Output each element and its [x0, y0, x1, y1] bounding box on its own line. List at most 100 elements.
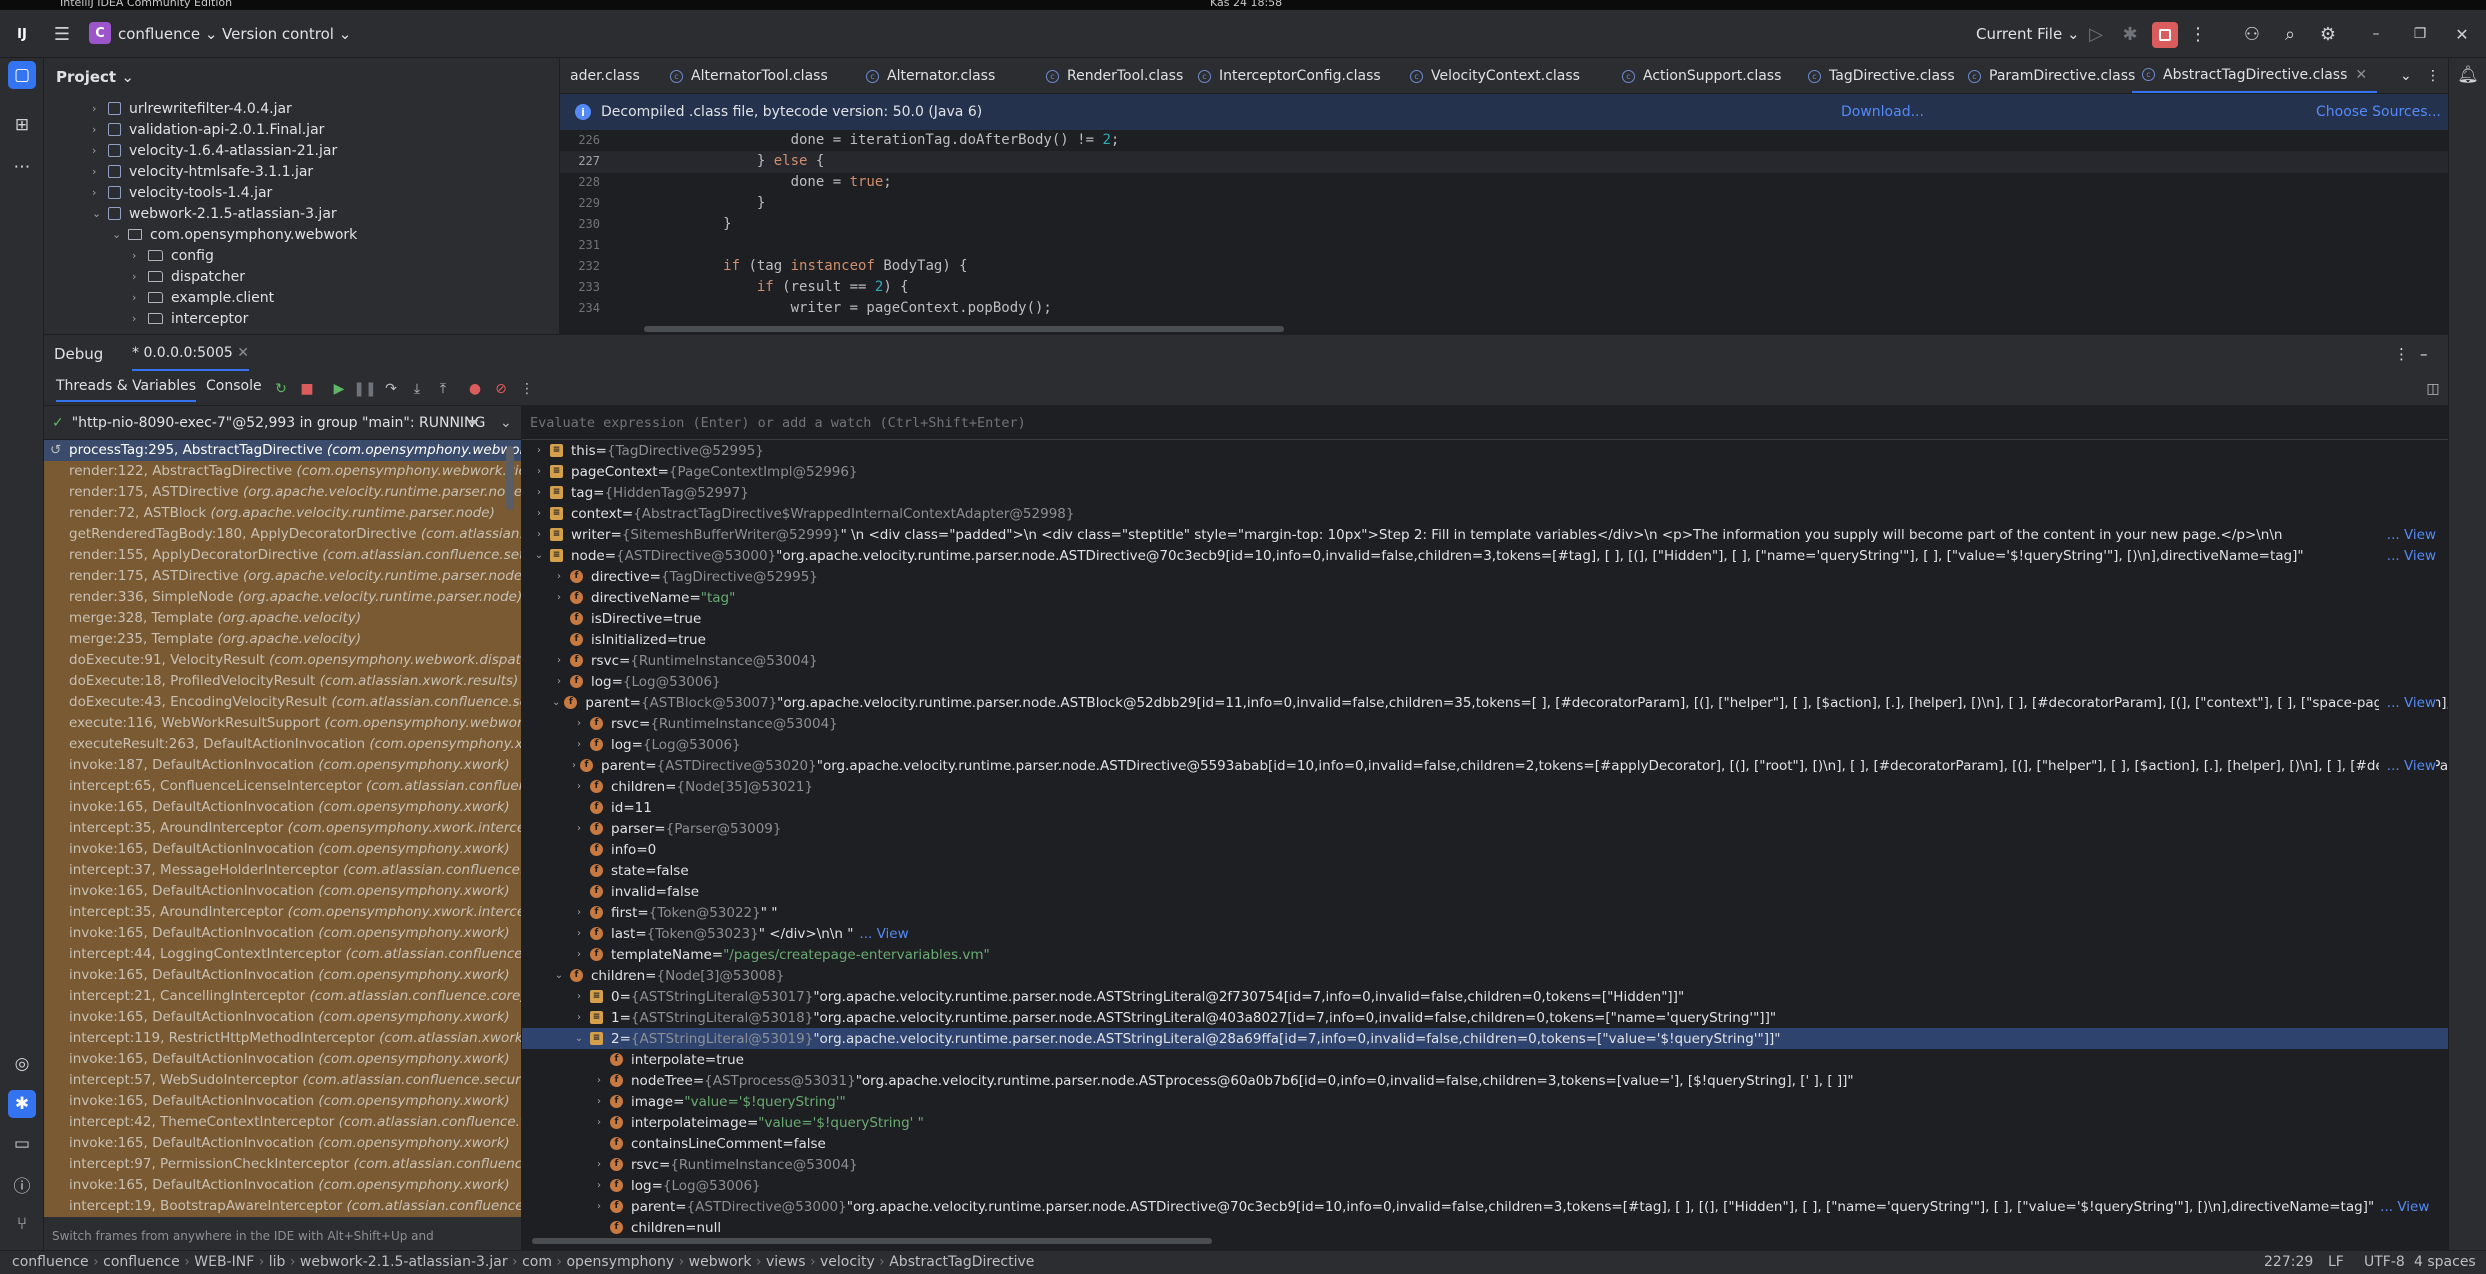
view-breakpoints-icon[interactable]: ●	[466, 380, 484, 398]
project-tree-item[interactable]: › velocity-htmlsafe-3.1.1.jar	[92, 161, 313, 182]
search-icon[interactable]: ⌕	[2278, 22, 2302, 46]
variable-row[interactable]: f interpolate = true	[522, 1049, 2448, 1070]
chevron-right-icon[interactable]: ›	[552, 592, 566, 603]
chevron-right-icon[interactable]: ›	[532, 445, 546, 456]
breadcrumb-item[interactable]: webwork-2.1.5-atlassian-3.jar	[300, 1254, 508, 1270]
editor-tab[interactable]: c ActionSupport.class	[1612, 58, 1791, 93]
variable-row[interactable]: f isInitialized = true	[522, 629, 2448, 650]
evaluate-expression-input[interactable]: Evaluate expression (Enter) or add a wat…	[522, 406, 2448, 440]
variable-row[interactable]: › f log = {Log@53006}	[522, 1175, 2448, 1196]
project-badge[interactable]: C	[89, 22, 111, 44]
stack-frame[interactable]: render:336, SimpleNode (org.apache.veloc…	[44, 587, 521, 608]
chevron-right-icon[interactable]: ›	[92, 144, 108, 157]
project-tree-item[interactable]: › validation-api-2.0.1.Final.jar	[92, 119, 324, 140]
view-link[interactable]: ... View	[2378, 757, 2436, 774]
project-tree-item[interactable]: ⌄ com.opensymphony.webwork	[112, 224, 357, 245]
horizontal-scrollbar[interactable]	[644, 326, 1284, 332]
vcs-menu[interactable]: Version control ⌄	[222, 25, 351, 43]
variable-row[interactable]: › ≡ this = {TagDirective@52995}	[522, 440, 2448, 461]
view-link[interactable]: ... View	[2378, 526, 2436, 543]
chevron-right-icon[interactable]: ›	[572, 739, 586, 750]
stack-frame[interactable]: invoke:165, DefaultActionInvocation (com…	[44, 923, 521, 944]
pause-icon[interactable]: ❚❚	[353, 380, 376, 398]
editor-tab[interactable]: c VelocityContext.class	[1400, 58, 1590, 93]
stack-frame[interactable]: invoke:165, DefaultActionInvocation (com…	[44, 797, 521, 818]
file-encoding[interactable]: UTF-8	[2364, 1254, 2405, 1270]
debug-icon[interactable]: ✱	[2118, 22, 2142, 46]
stack-frame[interactable]: intercept:35, AroundInterceptor (com.ope…	[44, 818, 521, 839]
chevron-right-icon[interactable]: ›	[592, 1075, 606, 1086]
variable-row[interactable]: › f rsvc = {RuntimeInstance@53004}	[522, 713, 2448, 734]
stack-frame[interactable]: render:175, ASTDirective (org.apache.vel…	[44, 566, 521, 587]
variable-row[interactable]: f children = null	[522, 1217, 2448, 1238]
chevron-right-icon[interactable]: ›	[532, 487, 546, 498]
stack-frame[interactable]: intercept:119, RestrictHttpMethodInterce…	[44, 1028, 521, 1049]
variable-row[interactable]: › f rsvc = {RuntimeInstance@53004}	[522, 1154, 2448, 1175]
variable-row[interactable]: › ≡ pageContext = {PageContextImpl@52996}	[522, 461, 2448, 482]
thread-selector[interactable]: ✓ "http-nio-8090-exec-7"@52,993 in group…	[44, 406, 521, 440]
chevron-right-icon[interactable]: ›	[552, 676, 566, 687]
mute-breakpoints-icon[interactable]: ⊘	[492, 380, 510, 398]
project-tree-item[interactable]: › example.client	[132, 287, 274, 308]
services-tool-icon[interactable]: ◎	[8, 1050, 36, 1078]
variable-row[interactable]: › f children = {Node[35]@53021}	[522, 776, 2448, 797]
editor-tab[interactable]: c ParamDirective.class	[1958, 58, 2145, 93]
tab-threads-variables[interactable]: Threads & Variables	[56, 378, 197, 402]
stack-frame[interactable]: invoke:165, DefaultActionInvocation (com…	[44, 965, 521, 986]
chevron-right-icon[interactable]: ›	[592, 1159, 606, 1170]
variable-row[interactable]: › f directiveName = "tag"	[522, 587, 2448, 608]
stack-frame[interactable]: invoke:165, DefaultActionInvocation (com…	[44, 1175, 521, 1196]
close-tab-icon[interactable]: ✕	[237, 345, 249, 361]
variable-row[interactable]: › ≡ 1 = {ASTStringLiteral@53018} "org.apac…	[522, 1007, 2448, 1028]
variable-row[interactable]: f invalid = false	[522, 881, 2448, 902]
variable-row[interactable]: › f image = "value='$!queryString'"	[522, 1091, 2448, 1112]
view-link[interactable]: ... View	[859, 926, 908, 942]
chevron-right-icon[interactable]: ›	[132, 270, 148, 283]
variable-row[interactable]: › f interpolateimage = "value='$!queryStri…	[522, 1112, 2448, 1133]
breadcrumb-item[interactable]: AbstractTagDirective	[889, 1254, 1034, 1270]
project-tree-item[interactable]: › velocity-tools-1.4.jar	[92, 182, 272, 203]
hamburger-menu-icon[interactable]: ☰	[50, 22, 74, 46]
stack-frame[interactable]: intercept:97, PermissionCheckInterceptor…	[44, 1154, 521, 1175]
stack-frame[interactable]: merge:235, Template (org.apache.velocity…	[44, 629, 521, 650]
breadcrumb-item[interactable]: views	[766, 1254, 806, 1270]
chevron-right-icon[interactable]: ›	[552, 571, 566, 582]
chevron-right-icon[interactable]: ›	[92, 186, 108, 199]
variable-row[interactable]: › f last = {Token@53023} " </div>\n\n "...…	[522, 923, 2448, 944]
chevron-right-icon[interactable]: ›	[132, 291, 148, 304]
more-options-icon[interactable]: ⋮	[2394, 345, 2409, 363]
stack-frame[interactable]: intercept:21, CancellingInterceptor (com…	[44, 986, 521, 1007]
editor-tab[interactable]: c Alternator.class	[856, 58, 1005, 93]
stack-frame[interactable]: intercept:57, WebSudoInterceptor (com.at…	[44, 1070, 521, 1091]
variable-row[interactable]: f state = false	[522, 860, 2448, 881]
editor-tab[interactable]: c TagDirective.class	[1798, 58, 1965, 93]
restore-icon[interactable]: ❐	[2408, 22, 2432, 46]
chevron-down-icon[interactable]: ⌄	[552, 970, 566, 981]
chevron-right-icon[interactable]: ›	[552, 655, 566, 666]
variable-row[interactable]: › f parent = {ASTDirective@53020} "org.apa…	[522, 755, 2448, 776]
editor-tab[interactable]: c RenderTool.class	[1036, 58, 1193, 93]
hide-panel-icon[interactable]: –	[2420, 345, 2428, 363]
resume-icon[interactable]: ▶	[330, 380, 348, 398]
chevron-right-icon[interactable]: ›	[92, 102, 108, 115]
breadcrumb-item[interactable]: velocity	[820, 1254, 875, 1270]
terminal-tool-icon[interactable]: ▭	[8, 1130, 36, 1158]
stack-frame[interactable]: invoke:165, DefaultActionInvocation (com…	[44, 1049, 521, 1070]
breadcrumb-item[interactable]: WEB-INF	[194, 1254, 254, 1270]
variable-row[interactable]: › f rsvc = {RuntimeInstance@53004}	[522, 650, 2448, 671]
chevron-right-icon[interactable]: ›	[572, 907, 586, 918]
chevron-down-icon[interactable]: ⌄	[112, 228, 128, 241]
stack-frame[interactable]: render:122, AbstractTagDirective (com.op…	[44, 461, 521, 482]
variable-row[interactable]: f isDirective = true	[522, 608, 2448, 629]
chevron-right-icon[interactable]: ›	[592, 1201, 606, 1212]
stack-frame[interactable]: invoke:165, DefaultActionInvocation (com…	[44, 1007, 521, 1028]
project-panel-header[interactable]: Project ⌄	[56, 68, 134, 86]
filter-icon[interactable]: ⏷	[468, 415, 479, 431]
stack-frame[interactable]: doExecute:91, VelocityResult (com.opensy…	[44, 650, 521, 671]
chevron-right-icon[interactable]: ›	[92, 123, 108, 136]
project-tree-item[interactable]: › interceptor	[132, 308, 248, 329]
settings-gear-icon[interactable]: ⚙	[2316, 22, 2340, 46]
stack-frame[interactable]: execute:116, WebWorkResultSupport (com.o…	[44, 713, 521, 734]
code-view[interactable]: 226 done = iterationTag.doAfterBody() !=…	[560, 130, 2448, 334]
stack-frame[interactable]: render:72, ASTBlock (org.apache.velocity…	[44, 503, 521, 524]
